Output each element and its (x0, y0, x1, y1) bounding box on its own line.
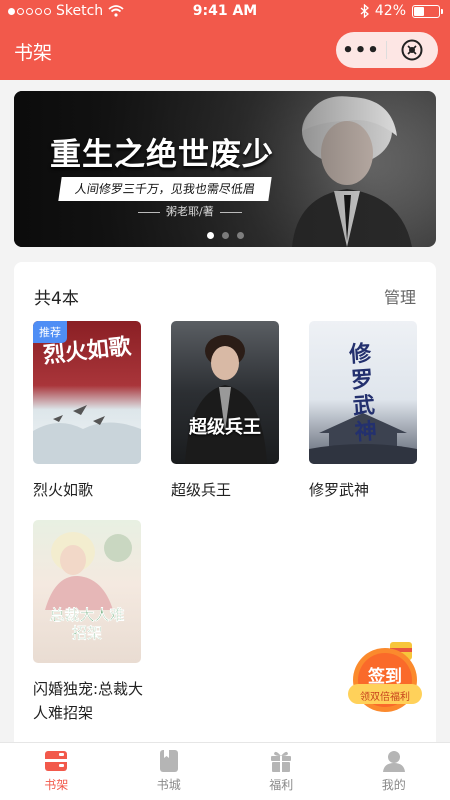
book-item[interactable]: 修罗武神 修罗武神 (309, 321, 419, 502)
tab-bookshelf[interactable]: 书架 (0, 743, 113, 800)
battery-icon (412, 4, 443, 18)
page-title: 书架 (14, 42, 53, 64)
book-cover[interactable]: 烈火如歌 推荐 (33, 321, 141, 464)
tab-welfare[interactable]: 福利 (225, 743, 338, 800)
mini-program-capsule: ••• (336, 32, 438, 68)
book-item[interactable]: 烈火如歌 推荐 烈火如歌 (33, 321, 143, 502)
battery-percent: 42% (374, 3, 406, 19)
tab-label: 我的 (381, 778, 406, 792)
book-title[interactable]: 超级兵王 (171, 478, 281, 502)
book-cover[interactable]: 修罗武神 (309, 321, 417, 464)
tab-label: 书架 (44, 778, 69, 792)
tab-mine[interactable]: 我的 (338, 743, 450, 800)
pager-dot[interactable] (221, 232, 229, 239)
more-button[interactable]: ••• (336, 40, 386, 61)
recommend-badge: 推荐 (33, 321, 67, 343)
bluetooth-icon (360, 4, 369, 18)
book-cover[interactable]: 总裁大人难招架 (33, 520, 141, 663)
nav-bar: 书架 ••• (0, 24, 450, 80)
cover-title: 总裁大人难招架 (49, 606, 125, 642)
close-circle-icon (401, 39, 423, 61)
user-icon (382, 751, 405, 772)
status-bar: Sketch 9:41 AM 42% (0, 0, 450, 24)
book-cover[interactable]: 超级兵王 (171, 321, 279, 464)
battery-level (414, 6, 425, 16)
pager-dot[interactable] (236, 232, 244, 239)
signin-title: 签到 (368, 667, 402, 687)
tab-label: 书城 (156, 778, 181, 792)
tab-bar: 书架 书城 福利 我的 (0, 742, 450, 800)
tab-label: 福利 (269, 778, 294, 792)
pager-dot[interactable] (206, 232, 214, 239)
book-title[interactable]: 闪婚独宠:总裁大人难招架 (33, 677, 145, 725)
cover-title: 修罗武神 (348, 340, 378, 446)
banner-title: 重生之绝世废少 (50, 137, 274, 173)
status-right: 42% (360, 3, 443, 19)
promo-banner[interactable]: 重生之绝世废少 人间修罗三千万，见我也需尽低眉 粥老耶/著 (14, 91, 436, 247)
bookstore-icon (159, 750, 178, 772)
cover-title: 超级兵王 (189, 417, 261, 438)
close-button[interactable] (387, 39, 437, 61)
book-title[interactable]: 修罗武神 (309, 478, 419, 502)
banner-pager (0, 232, 450, 239)
top-bar: Sketch 9:41 AM 42% 书架 ••• (0, 0, 450, 80)
signin-subtitle: 领双倍福利 (360, 692, 410, 703)
book-item[interactable]: 总裁大人难招架 闪婚独宠:总裁大人难招架 (33, 520, 143, 725)
cover-illustration (185, 335, 267, 464)
bookshelf-icon (45, 751, 68, 771)
signin-floating-button[interactable]: 签到 领双倍福利 (346, 640, 424, 714)
gift-icon (271, 751, 292, 772)
tab-bookstore[interactable]: 书城 (113, 743, 226, 800)
book-count: 共4本 (34, 289, 79, 309)
book-item[interactable]: 超级兵王 超级兵王 (171, 321, 281, 502)
banner-author: 粥老耶/著 (132, 203, 248, 219)
manage-button[interactable]: 管理 (384, 284, 416, 308)
book-title[interactable]: 烈火如歌 (33, 478, 143, 502)
banner-subtitle: 人间修罗三千万，见我也需尽低眉 (58, 177, 272, 201)
